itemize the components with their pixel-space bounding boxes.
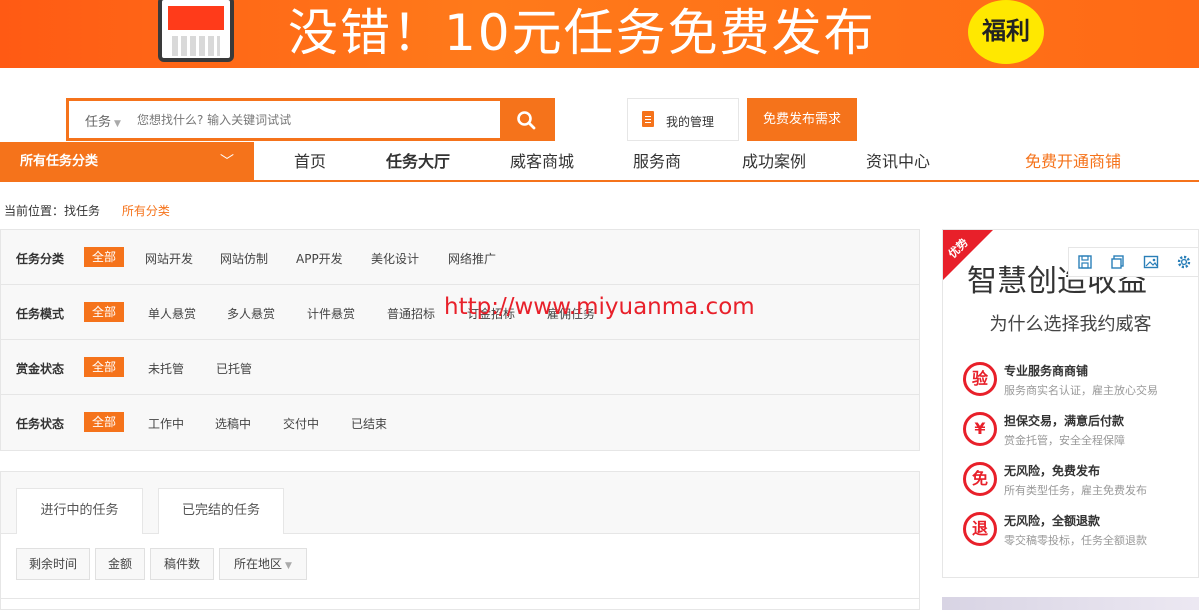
filter-option[interactable]: 选稿中 — [215, 415, 251, 432]
filter-option[interactable]: 网络推广 — [448, 250, 496, 267]
filter-option[interactable]: 已结束 — [351, 415, 387, 432]
advantage-title: 无风险，全额退款 — [1004, 514, 1101, 528]
nav-cases[interactable]: 成功案例 — [742, 142, 806, 182]
search-bar: 任务 ▼ — [66, 98, 555, 141]
yuan-icon: ¥ — [963, 412, 997, 446]
sort-remaining-time[interactable]: 剩余时间 — [16, 548, 90, 580]
chevron-down-icon: ﹀ — [220, 154, 234, 170]
refund-icon: 退 — [963, 512, 997, 546]
advantage-title: 专业服务商商铺 — [1004, 364, 1089, 378]
sort-region-label: 所在地区 — [234, 557, 283, 571]
search-icon — [517, 111, 536, 130]
advantage-title: 担保交易，满意后付款 — [1004, 414, 1125, 428]
filter-option[interactable]: 网站开发 — [145, 250, 193, 267]
banner-headline: 没错！10元任务免费发布 — [288, 4, 876, 62]
nav-task-hall[interactable]: 任务大厅 — [386, 142, 450, 182]
filter-option[interactable]: 计件悬赏 — [307, 305, 355, 322]
filter-panel: 任务分类 全部 网站开发 网站仿制 APP开发 美化设计 网络推广 任务模式 全… — [0, 229, 920, 451]
laptop-illustration — [158, 0, 234, 62]
all-categories-dropdown[interactable]: 所有任务分类 ﹀ — [0, 142, 254, 182]
floating-toolbar — [1068, 247, 1199, 277]
advantage-title: 无风险，免费发布 — [1004, 464, 1101, 478]
sort-region[interactable]: 所在地区 ▼ — [219, 548, 307, 580]
sidebar-subtitle: 为什么选择我约威客 — [989, 314, 1152, 335]
nav-open-shop[interactable]: 免费开通商铺 — [1025, 142, 1121, 182]
filter-option[interactable]: 未托管 — [148, 360, 184, 377]
image-icon[interactable] — [1143, 254, 1159, 270]
filter-row-category: 任务分类 全部 网站开发 网站仿制 APP开发 美化设计 网络推广 — [1, 230, 919, 285]
caret-down-icon: ▼ — [114, 119, 121, 129]
task-list-panel: 进行中的任务 已完结的任务 剩余时间 金额 稿件数 所在地区 ▼ — [0, 471, 920, 610]
verified-icon: 验 — [963, 362, 997, 396]
filter-label: 赏金状态 — [16, 362, 65, 376]
advantages-panel: 优势 智慧创造收益 为什么选择我约威客 验 专业服务商商铺 服务商实名认证，雇主… — [942, 229, 1199, 578]
filter-all-button[interactable]: 全部 — [84, 302, 124, 322]
filter-option[interactable]: 已托管 — [216, 360, 252, 377]
nav-news[interactable]: 资讯中心 — [866, 142, 930, 182]
advantage-desc: 赏金托管，安全全程保障 — [1004, 434, 1125, 447]
filter-label: 任务状态 — [16, 417, 65, 431]
nav-home[interactable]: 首页 — [294, 142, 326, 182]
save-icon[interactable] — [1077, 254, 1093, 270]
all-categories-label: 所有任务分类 — [20, 154, 99, 169]
filter-option[interactable]: 美化设计 — [371, 250, 419, 267]
filter-all-button[interactable]: 全部 — [84, 357, 124, 377]
filter-option[interactable]: 多人悬赏 — [227, 305, 275, 322]
advantage-item: 验 专业服务商商铺 服务商实名认证，雇主放心交易 — [963, 362, 1193, 406]
filter-option[interactable]: 交付中 — [283, 415, 319, 432]
gear-icon[interactable] — [1176, 254, 1192, 270]
sort-submissions[interactable]: 稿件数 — [150, 548, 214, 580]
search-category-select[interactable]: 任务 ▼ — [85, 111, 121, 130]
main-nav: 所有任务分类 ﹀ 首页 任务大厅 威客商城 服务商 成功案例 资讯中心 免费开通… — [0, 142, 1199, 182]
caret-down-icon: ▼ — [285, 561, 292, 571]
search-button[interactable] — [500, 101, 552, 138]
advantage-desc: 服务商实名认证，雇主放心交易 — [1004, 384, 1158, 397]
nav-mall[interactable]: 威客商城 — [510, 142, 574, 182]
publish-request-button[interactable]: 免费发布需求 — [747, 98, 857, 141]
filter-all-button[interactable]: 全部 — [84, 247, 124, 267]
filter-option[interactable]: 单人悬赏 — [148, 305, 196, 322]
sort-amount[interactable]: 金额 — [95, 548, 145, 580]
sidebar-image-strip — [942, 597, 1199, 610]
nav-providers[interactable]: 服务商 — [633, 142, 681, 182]
advantage-desc: 零交稿零投标，任务全额退款 — [1004, 534, 1147, 547]
advantage-item: 退 无风险，全额退款 零交稿零投标，任务全额退款 — [963, 512, 1193, 556]
banner-badge: 福利 — [968, 0, 1044, 64]
filter-option[interactable]: 工作中 — [148, 415, 184, 432]
my-manage-label: 我的管理 — [666, 115, 715, 129]
document-icon — [642, 111, 654, 127]
tab-finished[interactable]: 已完结的任务 — [158, 488, 284, 534]
advantage-desc: 所有类型任务，雇主免费发布 — [1004, 484, 1147, 497]
breadcrumb-prefix: 当前位置：找任务 — [4, 204, 101, 218]
promo-banner[interactable]: 没错！10元任务免费发布 福利 — [0, 0, 1199, 68]
filter-row-status: 任务状态 全部 工作中 选稿中 交付中 已结束 — [1, 395, 919, 450]
tab-ongoing[interactable]: 进行中的任务 — [16, 488, 143, 534]
search-category-label: 任务 — [85, 115, 112, 130]
advantage-item: 免 无风险，免费发布 所有类型任务，雇主免费发布 — [963, 462, 1193, 506]
watermark-text: http://www.miyuanma.com — [444, 294, 755, 320]
filter-option[interactable]: 网站仿制 — [220, 250, 268, 267]
task-tabbar: 进行中的任务 已完结的任务 — [1, 472, 919, 534]
breadcrumb: 当前位置：找任务 所有分类 — [4, 202, 170, 219]
copy-icon[interactable] — [1110, 254, 1126, 270]
my-manage-button[interactable]: 我的管理 — [627, 98, 739, 141]
free-icon: 免 — [963, 462, 997, 496]
advantage-item: ¥ 担保交易，满意后付款 赏金托管，安全全程保障 — [963, 412, 1193, 456]
filter-all-button[interactable]: 全部 — [84, 412, 124, 432]
filter-row-bounty: 赏金状态 全部 未托管 已托管 — [1, 340, 919, 395]
filter-option[interactable]: APP开发 — [296, 250, 343, 267]
filter-label: 任务模式 — [16, 307, 65, 321]
filter-option[interactable]: 普通招标 — [387, 305, 435, 322]
breadcrumb-current[interactable]: 所有分类 — [122, 204, 170, 218]
filter-label: 任务分类 — [16, 252, 65, 266]
search-input[interactable] — [137, 108, 497, 132]
